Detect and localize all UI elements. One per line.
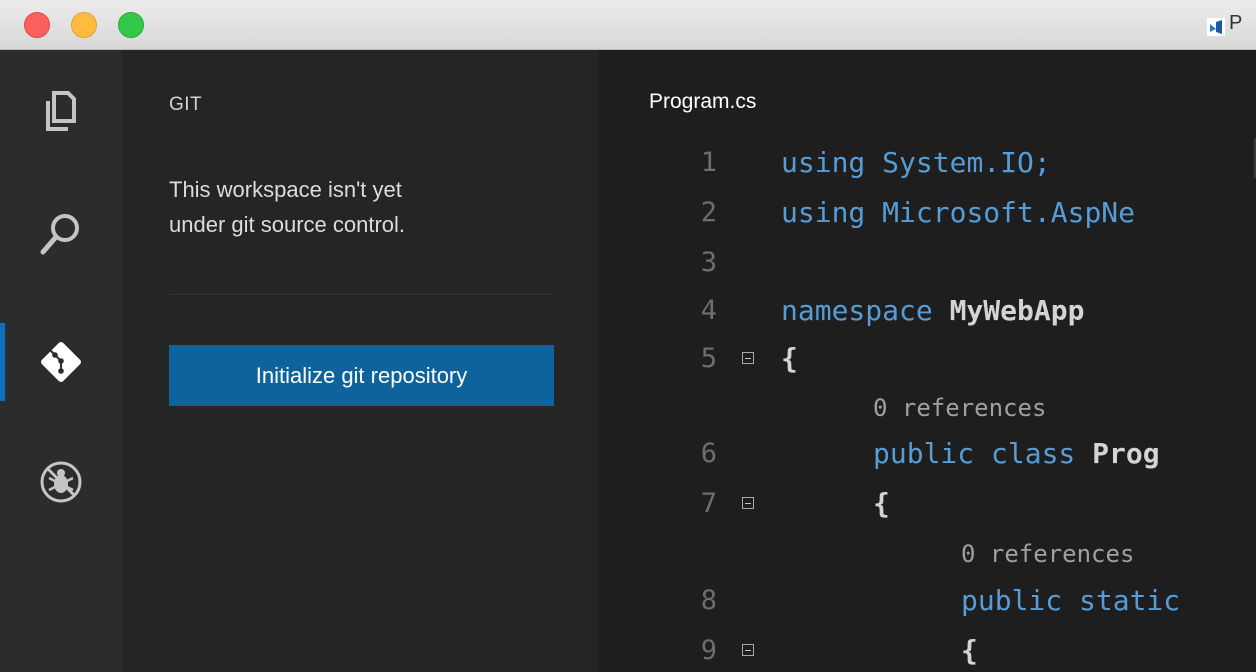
code-line: 6 public class Prog <box>599 429 1256 479</box>
identifier-token: Microsoft.AspNe <box>882 196 1136 229</box>
git-activity-button[interactable] <box>0 323 122 401</box>
code-text: { <box>961 626 978 672</box>
sidebar-title: GIT <box>169 94 203 115</box>
vscode-app-icon <box>1207 18 1225 36</box>
keyword-token: public static <box>961 584 1181 617</box>
code-area[interactable]: 1 using System.IO; 2 using Microsoft.AspNe 3… <box>599 138 1256 672</box>
initialize-git-repository-button[interactable]: Initialize git repository <box>169 345 554 406</box>
code-line: 1 using System.IO; <box>599 138 1256 188</box>
code-text: namespace MyWebApp <box>781 286 1084 336</box>
window-title: P <box>1229 12 1243 34</box>
editor: Program.cs 1 using System.IO; 2 using Micro… <box>599 50 1256 672</box>
keyword-token: using <box>781 196 883 229</box>
code-text: using System.IO; <box>781 138 1051 188</box>
debug-activity-button[interactable] <box>0 443 122 521</box>
search-icon <box>40 214 79 255</box>
identifier-token: MyWebApp <box>949 294 1085 327</box>
minimize-window-button[interactable] <box>71 12 97 38</box>
code-text: { <box>873 479 890 529</box>
keyword-token: namespace <box>781 294 950 327</box>
code-text: { <box>781 334 798 384</box>
identifier-token: Prog <box>1092 437 1160 470</box>
code-line: 8 public static <box>599 576 1256 626</box>
title-bar: P <box>0 0 1256 50</box>
git-sidebar: GIT This workspace isn't yet under git s… <box>122 50 599 672</box>
line-number: 3 <box>700 247 717 278</box>
search-activity-button[interactable] <box>0 195 122 273</box>
line-number: 7 <box>700 488 717 519</box>
explorer-activity-button[interactable] <box>0 72 122 150</box>
identifier-token: { <box>961 634 978 667</box>
files-icon <box>46 91 76 131</box>
code-line: 3 <box>599 238 1256 288</box>
line-number: 2 <box>700 197 717 228</box>
message-line: This workspace isn't yet <box>169 177 402 202</box>
identifier-token: System.IO; <box>882 146 1051 179</box>
line-number: 6 <box>700 438 717 469</box>
fold-toggle-icon[interactable] <box>742 352 754 364</box>
line-number: 4 <box>700 295 717 326</box>
identifier-token: { <box>873 487 890 520</box>
no-repo-message: This workspace isn't yet under git sourc… <box>169 172 549 242</box>
close-window-button[interactable] <box>24 12 50 38</box>
keyword-token: using <box>781 146 883 179</box>
editor-tab-title[interactable]: Program.cs <box>649 90 756 114</box>
activity-bar <box>0 50 122 672</box>
code-lens-references: 0 references <box>599 383 1256 433</box>
line-number: 8 <box>700 585 717 616</box>
keyword-token: public class <box>873 437 1093 470</box>
code-line: 2 using Microsoft.AspNe <box>599 188 1256 238</box>
debug-icon <box>40 461 82 503</box>
code-line: 5{ <box>599 334 1256 384</box>
references-label[interactable]: 0 references <box>873 386 1046 430</box>
message-line: under git source control. <box>169 212 406 237</box>
line-number: 5 <box>700 343 717 374</box>
line-number: 9 <box>700 635 717 666</box>
fold-toggle-icon[interactable] <box>742 497 754 509</box>
code-line: 9{ <box>599 626 1256 672</box>
divider <box>169 294 553 295</box>
identifier-token: { <box>781 342 798 375</box>
fold-toggle-icon[interactable] <box>742 644 754 656</box>
code-line: 7{ <box>599 479 1256 529</box>
code-line: 4 namespace MyWebApp <box>599 286 1256 336</box>
references-label[interactable]: 0 references <box>961 532 1134 576</box>
code-text: public static <box>961 576 1180 626</box>
code-text: public class Prog <box>873 429 1160 479</box>
git-icon <box>41 342 81 382</box>
line-number: 1 <box>700 147 717 178</box>
code-lens-references: 0 references <box>599 529 1256 579</box>
code-text: using Microsoft.AspNe <box>781 188 1135 238</box>
zoom-window-button[interactable] <box>118 12 144 38</box>
